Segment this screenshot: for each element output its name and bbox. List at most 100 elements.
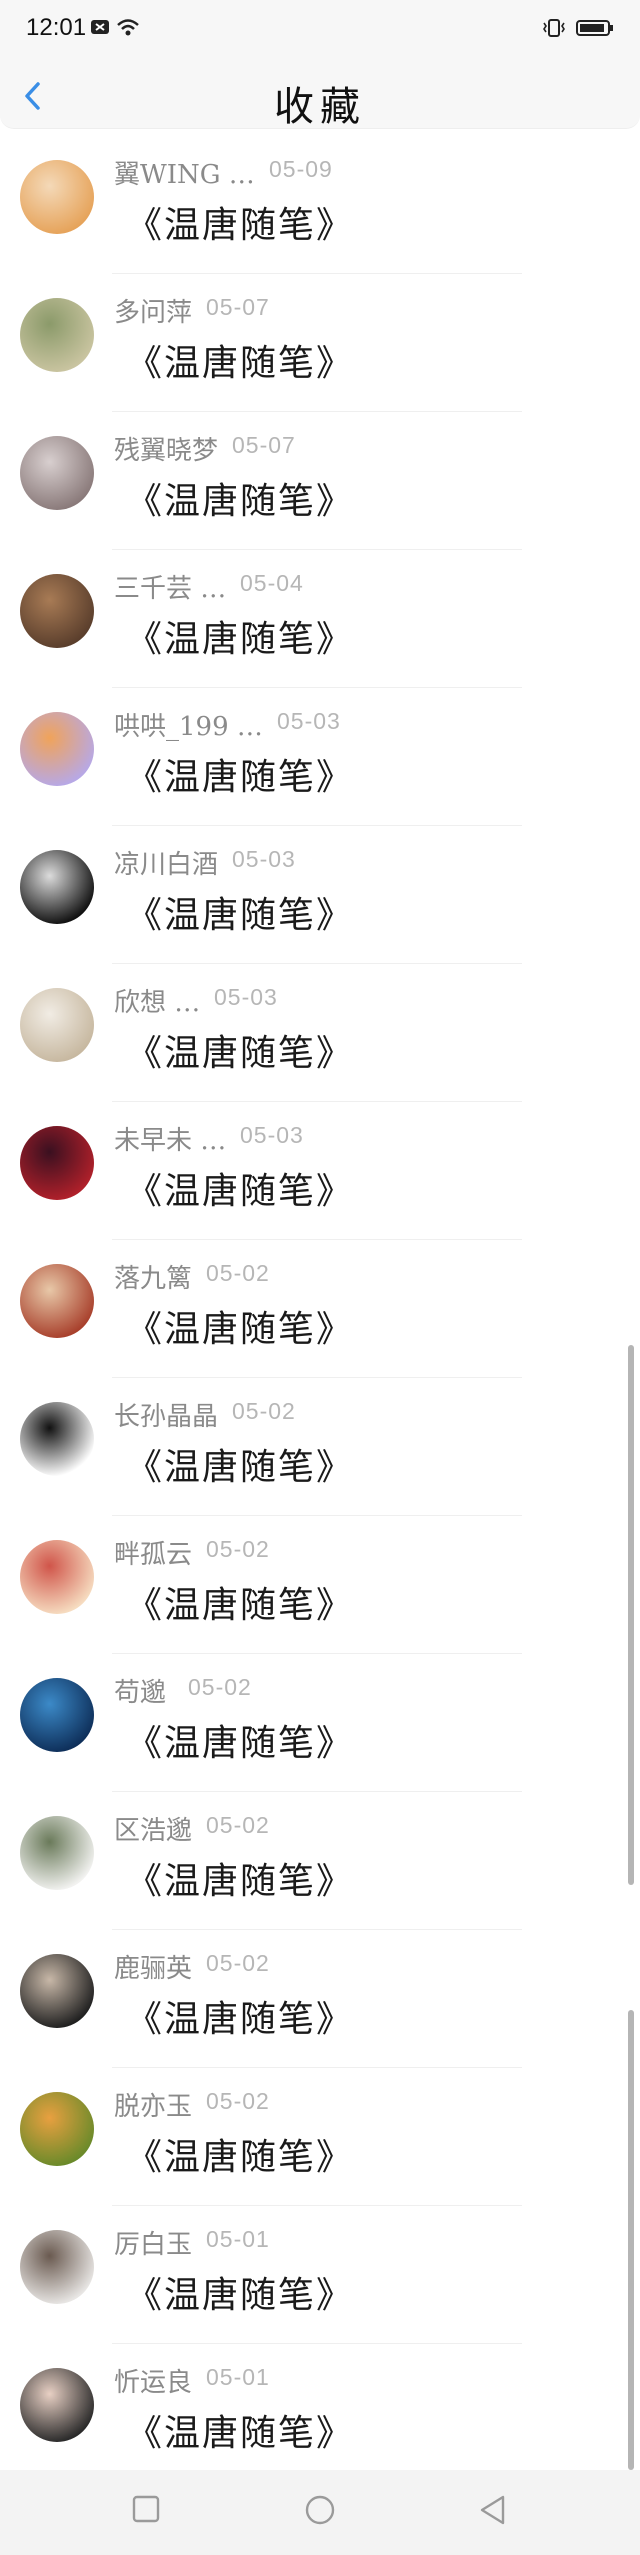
- favorite-date: 05-09: [269, 156, 333, 182]
- list-item[interactable]: 长孙晶晶 05-02 《温唐随笔》: [0, 1378, 640, 1516]
- book-title[interactable]: 《温唐随笔》: [126, 2266, 354, 2318]
- avatar[interactable]: [20, 2368, 94, 2442]
- list-item[interactable]: 苟邈 05-02 《温唐随笔》: [0, 1654, 640, 1792]
- user-name: 三千芸 …: [114, 574, 227, 604]
- user-name: 鹿骊英: [114, 1954, 193, 1984]
- book-title[interactable]: 《温唐随笔》: [126, 1024, 354, 1076]
- book-title[interactable]: 《温唐随笔》: [126, 1438, 354, 1490]
- user-name: 苟邈: [114, 1678, 167, 1708]
- book-title[interactable]: 《温唐随笔》: [126, 2128, 354, 2180]
- list-item[interactable]: 三千芸 … 05-04 《温唐随笔》: [0, 550, 640, 688]
- user-name: 残翼晓梦: [114, 436, 219, 466]
- avatar[interactable]: [20, 2230, 94, 2304]
- favorite-date: 05-02: [188, 1674, 252, 1700]
- favorite-date: 05-02: [206, 2088, 270, 2114]
- user-name: 欣想 …: [114, 988, 201, 1018]
- favorites-list: 翼WING … 05-09 《温唐随笔》 多问萍 05-07 《温唐随笔》 残翼晓梦 05-0…: [0, 136, 640, 2482]
- book-title[interactable]: 《温唐随笔》: [126, 334, 354, 386]
- avatar[interactable]: [20, 298, 94, 372]
- avatar[interactable]: [20, 712, 94, 786]
- book-title[interactable]: 《温唐随笔》: [126, 472, 354, 524]
- recent-apps-icon[interactable]: [131, 2494, 161, 2528]
- user-name: 忻运良: [114, 2368, 193, 2398]
- user-name: 长孙晶晶: [114, 1402, 219, 1432]
- list-item[interactable]: 未早未 … 05-03 《温唐随笔》: [0, 1102, 640, 1240]
- avatar[interactable]: [20, 1264, 94, 1338]
- list-item[interactable]: 哄哄_199 … 05-03 《温唐随笔》: [0, 688, 640, 826]
- user-name: 凉川白酒: [114, 850, 219, 880]
- book-title[interactable]: 《温唐随笔》: [126, 1576, 354, 1628]
- back-triangle-icon[interactable]: [478, 2494, 508, 2530]
- favorite-date: 05-01: [206, 2226, 270, 2252]
- page-header: 收藏: [0, 62, 640, 130]
- favorite-date: 05-03: [277, 708, 341, 734]
- user-name: 哄哄_199 …: [114, 712, 263, 742]
- list-item[interactable]: 多问萍 05-07 《温唐随笔》: [0, 274, 640, 412]
- list-item[interactable]: 畔孤云 05-02 《温唐随笔》: [0, 1516, 640, 1654]
- home-icon[interactable]: [304, 2494, 336, 2530]
- scrollbar[interactable]: [628, 1345, 634, 1885]
- avatar[interactable]: [20, 1540, 94, 1614]
- book-title[interactable]: 《温唐随笔》: [126, 196, 354, 248]
- favorite-date: 05-07: [232, 432, 296, 458]
- user-name: 多问萍: [114, 298, 193, 328]
- avatar[interactable]: [20, 1402, 94, 1476]
- page-title: 收藏: [274, 84, 366, 130]
- user-name: 落九篱: [114, 1264, 193, 1294]
- user-name: 未早未 …: [114, 1126, 227, 1156]
- favorite-date: 05-02: [206, 1950, 270, 1976]
- list-item[interactable]: 鹿骊英 05-02 《温唐随笔》: [0, 1930, 640, 2068]
- book-title[interactable]: 《温唐随笔》: [126, 886, 354, 938]
- avatar[interactable]: [20, 988, 94, 1062]
- book-title[interactable]: 《温唐随笔》: [126, 1852, 354, 1904]
- wifi-icon: [116, 18, 140, 42]
- book-title[interactable]: 《温唐随笔》: [126, 1162, 354, 1214]
- favorite-date: 05-02: [206, 1812, 270, 1838]
- user-name: 翼WING …: [114, 160, 255, 190]
- list-item[interactable]: 区浩邈 05-02 《温唐随笔》: [0, 1792, 640, 1930]
- favorite-date: 05-02: [232, 1398, 296, 1424]
- favorite-date: 05-02: [206, 1260, 270, 1286]
- status-bar: 12:01: [0, 0, 640, 62]
- favorite-date: 05-02: [206, 1536, 270, 1562]
- avatar[interactable]: [20, 850, 94, 924]
- list-item[interactable]: 脱亦玉 05-02 《温唐随笔》: [0, 2068, 640, 2206]
- user-name: 脱亦玉: [114, 2092, 193, 2122]
- book-title[interactable]: 《温唐随笔》: [126, 1714, 354, 1766]
- battery-icon: [576, 18, 614, 42]
- list-item[interactable]: 凉川白酒 05-03 《温唐随笔》: [0, 826, 640, 964]
- book-title[interactable]: 《温唐随笔》: [126, 1990, 354, 2042]
- scrollbar-secondary[interactable]: [628, 2010, 634, 2470]
- avatar[interactable]: [20, 436, 94, 510]
- favorite-date: 05-03: [240, 1122, 304, 1148]
- avatar[interactable]: [20, 1954, 94, 2028]
- list-item[interactable]: 落九篱 05-02 《温唐随笔》: [0, 1240, 640, 1378]
- vibrate-icon: [540, 18, 568, 42]
- avatar[interactable]: [20, 1126, 94, 1200]
- list-item[interactable]: 残翼晓梦 05-07 《温唐随笔》: [0, 412, 640, 550]
- user-name: 区浩邈: [114, 1816, 193, 1846]
- avatar[interactable]: [20, 574, 94, 648]
- book-title[interactable]: 《温唐随笔》: [126, 748, 354, 800]
- navigation-bar: [0, 2470, 640, 2555]
- favorite-date: 05-03: [214, 984, 278, 1010]
- avatar[interactable]: [20, 1816, 94, 1890]
- book-title[interactable]: 《温唐随笔》: [126, 610, 354, 662]
- favorite-date: 05-03: [232, 846, 296, 872]
- list-item[interactable]: 翼WING … 05-09 《温唐随笔》: [0, 136, 640, 274]
- user-name: 厉白玉: [114, 2230, 193, 2260]
- favorite-date: 05-04: [240, 570, 304, 596]
- avatar[interactable]: [20, 1678, 94, 1752]
- avatar[interactable]: [20, 160, 94, 234]
- list-item[interactable]: 忻运良 05-01 《温唐随笔》: [0, 2344, 640, 2482]
- book-title[interactable]: 《温唐随笔》: [126, 2404, 354, 2456]
- user-name: 畔孤云: [114, 1540, 193, 1570]
- list-item[interactable]: 欣想 … 05-03 《温唐随笔》: [0, 964, 640, 1102]
- book-title[interactable]: 《温唐随笔》: [126, 1300, 354, 1352]
- avatar[interactable]: [20, 2092, 94, 2166]
- status-time: 12:01: [26, 14, 87, 41]
- list-item[interactable]: 厉白玉 05-01 《温唐随笔》: [0, 2206, 640, 2344]
- favorite-date: 05-01: [206, 2364, 270, 2390]
- favorite-date: 05-07: [206, 294, 270, 320]
- sim-card-icon: [90, 18, 110, 40]
